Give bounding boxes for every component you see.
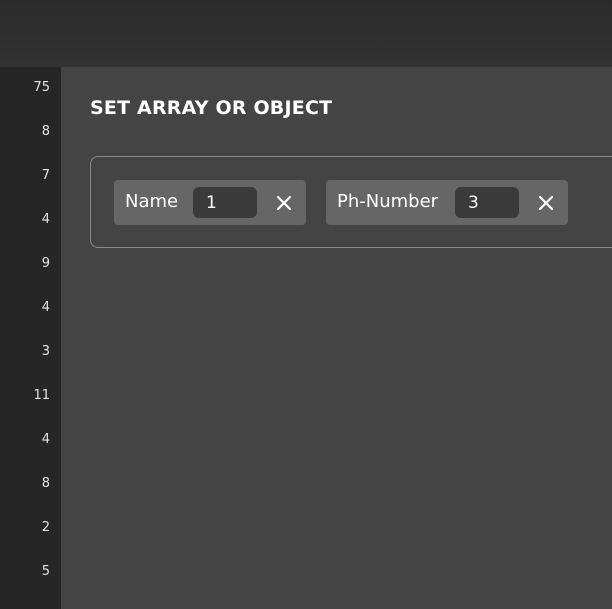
field-label: Ph-Number	[337, 191, 439, 212]
top-bar	[0, 0, 612, 67]
line-number: 9	[41, 256, 50, 271]
field-label: Name	[125, 191, 179, 212]
line-number: 3	[41, 344, 50, 359]
line-number: 75	[33, 80, 50, 95]
line-number: 2	[41, 520, 50, 535]
line-number: 8	[41, 124, 50, 139]
panel-title: SET ARRAY OR OBJECT	[90, 97, 333, 119]
close-icon[interactable]	[535, 192, 557, 214]
line-number-gutter: 75 8 7 4 9 4 3 11 4 8 2 5	[0, 67, 61, 609]
field-chip-ph-number: Ph-Number	[326, 180, 568, 225]
line-number: 7	[41, 168, 50, 183]
line-number: 5	[41, 564, 50, 579]
line-number: 8	[41, 476, 50, 491]
field-value-input[interactable]	[193, 187, 257, 218]
line-number: 4	[41, 300, 50, 315]
fields-container: Name Ph-Number	[90, 156, 612, 248]
set-array-panel: SET ARRAY OR OBJECT Name Ph-Number	[61, 67, 612, 609]
field-chip-name: Name	[114, 180, 306, 225]
field-value-input[interactable]	[455, 187, 519, 218]
line-number: 11	[33, 388, 50, 403]
line-number: 4	[41, 212, 50, 227]
line-number: 4	[41, 432, 50, 447]
close-icon[interactable]	[273, 192, 295, 214]
